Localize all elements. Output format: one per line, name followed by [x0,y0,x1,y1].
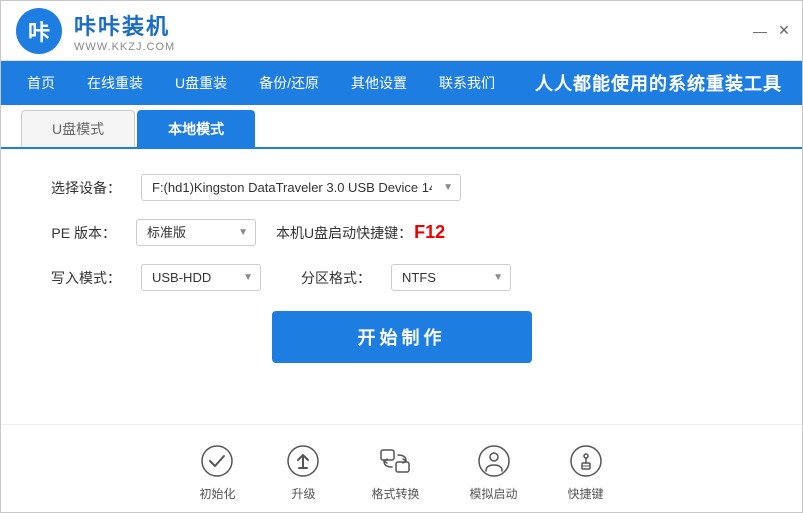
device-row: 选择设备： F:(hd1)Kingston DataTraveler 3.0 U… [51,174,752,201]
initialize-label: 初始化 [199,485,235,502]
format-convert-label: 格式转换 [371,485,419,502]
write-select-wrapper: USB-HDD ▼ [141,264,261,291]
minimize-button[interactable]: — [752,23,768,39]
format-convert-icon [377,443,413,479]
pe-select-wrapper: 标准版 ▼ [136,219,256,246]
app-url: WWW.KKZJ.COM [74,41,175,53]
write-label: 写入模式： [51,268,121,288]
device-label: 选择设备： [51,178,121,198]
logo-area: 咔 咔咔装机 WWW.KKZJ.COM [16,8,175,54]
partition-select[interactable]: NTFS [391,264,511,291]
shortcut-key-label: 快捷键 [568,485,604,502]
app-logo: 咔 [16,8,62,54]
device-select[interactable]: F:(hd1)Kingston DataTraveler 3.0 USB Dev… [141,174,461,201]
pe-select[interactable]: 标准版 [136,219,256,246]
shortcut-key-value: F12 [414,222,445,242]
tabs-bar: U盘模式 本地模式 [1,110,802,149]
nav-home[interactable]: 首页 [11,65,71,101]
write-select[interactable]: USB-HDD [141,264,261,291]
device-select-wrapper: F:(hd1)Kingston DataTraveler 3.0 USB Dev… [141,174,461,201]
tab-local-mode[interactable]: 本地模式 [137,110,255,147]
shortcut-icon [568,443,604,479]
tab-usb-mode[interactable]: U盘模式 [21,110,135,147]
form-area: 选择设备： F:(hd1)Kingston DataTraveler 3.0 U… [1,149,802,306]
tool-shortcut[interactable]: 快捷键 [568,443,604,502]
close-button[interactable]: ✕ [776,23,792,39]
write-row: 写入模式： USB-HDD ▼ 分区格式： NTFS ▼ [51,264,752,291]
title-text-area: 咔咔装机 WWW.KKZJ.COM [74,9,175,53]
nav-usb-reinstall[interactable]: U盘重装 [159,65,243,101]
pe-row: PE 版本： 标准版 ▼ 本机U盘启动快捷键：F12 [51,219,752,246]
simulate-boot-icon [476,443,512,479]
tool-initialize[interactable]: 初始化 [199,443,235,502]
main-window: 咔 咔咔装机 WWW.KKZJ.COM — ✕ 首页 在线重装 U盘重装 备份/… [0,0,803,513]
tool-format-convert[interactable]: 格式转换 [371,443,419,502]
window-controls: — ✕ [752,23,792,39]
app-title: 咔咔装机 [74,9,175,41]
pe-label: PE 版本： [51,223,116,243]
upgrade-label: 升级 [291,485,315,502]
nav-bar: 首页 在线重装 U盘重装 备份/还原 其他设置 联系我们 人人都能使用的系统重装… [1,61,802,105]
nav-other-settings[interactable]: 其他设置 [335,65,423,101]
start-button-wrapper: 开始制作 [1,311,802,363]
initialize-icon [199,443,235,479]
content-area: U盘模式 本地模式 选择设备： F:(hd1)Kingston DataTrav… [1,105,802,512]
tool-simulate-boot[interactable]: 模拟启动 [470,443,518,502]
partition-label: 分区格式： [301,268,371,288]
partition-select-wrapper: NTFS ▼ [391,264,511,291]
upgrade-icon [285,443,321,479]
shortcut-label: 本机U盘启动快捷键：F12 [276,222,445,243]
nav-slogan: 人人都能使用的系统重装工具 [535,70,792,96]
simulate-boot-label: 模拟启动 [470,485,518,502]
bottom-tools: 初始化 升级 [1,424,802,512]
start-button[interactable]: 开始制作 [272,311,532,363]
nav-items: 首页 在线重装 U盘重装 备份/还原 其他设置 联系我们 [11,65,511,101]
nav-contact-us[interactable]: 联系我们 [423,65,511,101]
nav-online-reinstall[interactable]: 在线重装 [71,65,159,101]
title-bar: 咔 咔咔装机 WWW.KKZJ.COM — ✕ [1,1,802,61]
nav-backup-restore[interactable]: 备份/还原 [243,65,335,101]
tool-upgrade[interactable]: 升级 [285,443,321,502]
